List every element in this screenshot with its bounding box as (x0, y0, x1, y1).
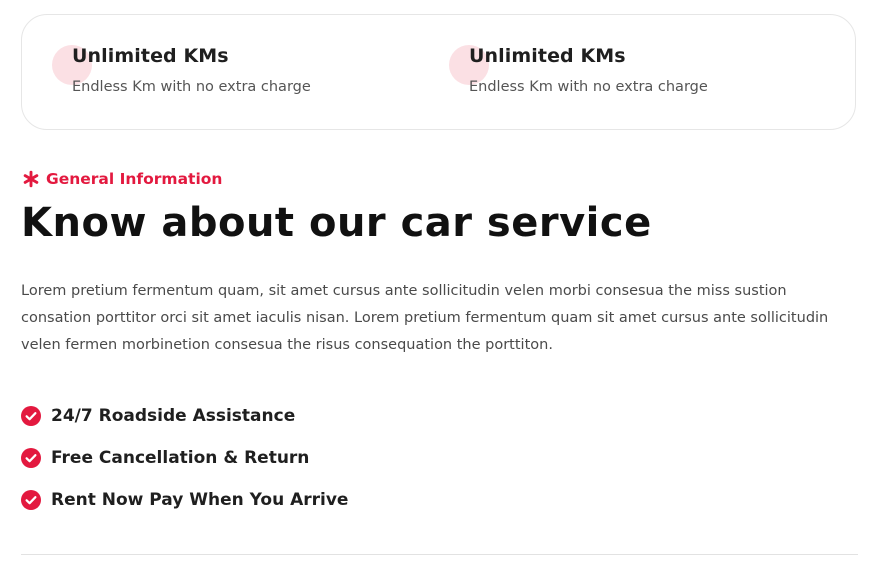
list-item-label: Free Cancellation & Return (51, 448, 310, 468)
list-item: 24/7 Roadside Assistance (21, 395, 348, 437)
benefits-list: 24/7 Roadside Assistance Free Cancellati… (21, 395, 348, 521)
section-eyebrow: General Information (22, 170, 222, 188)
list-item: Free Cancellation & Return (21, 437, 348, 479)
asterisk-icon (23, 170, 39, 188)
eyebrow-label: General Information (46, 170, 223, 188)
divider (21, 554, 858, 555)
feature-description: Endless Km with no extra charge (469, 79, 708, 95)
features-card: Unlimited KMs Endless Km with no extra c… (21, 14, 856, 130)
list-item: Rent Now Pay When You Arrive (21, 479, 348, 521)
feature-description: Endless Km with no extra charge (72, 79, 311, 95)
check-circle-icon (21, 448, 41, 468)
feature-item: Unlimited KMs Endless Km with no extra c… (52, 15, 432, 131)
feature-title: Unlimited KMs (469, 45, 626, 67)
feature-title: Unlimited KMs (72, 45, 229, 67)
section-paragraph: Lorem pretium fermentum quam, sit amet c… (21, 283, 829, 353)
section-heading: Know about our car service (21, 200, 652, 246)
check-circle-icon (21, 406, 41, 426)
check-circle-icon (21, 490, 41, 510)
list-item-label: 24/7 Roadside Assistance (51, 406, 296, 426)
list-item-label: Rent Now Pay When You Arrive (51, 490, 349, 510)
feature-item: Unlimited KMs Endless Km with no extra c… (449, 15, 829, 131)
page: Unlimited KMs Endless Km with no extra c… (0, 0, 889, 576)
